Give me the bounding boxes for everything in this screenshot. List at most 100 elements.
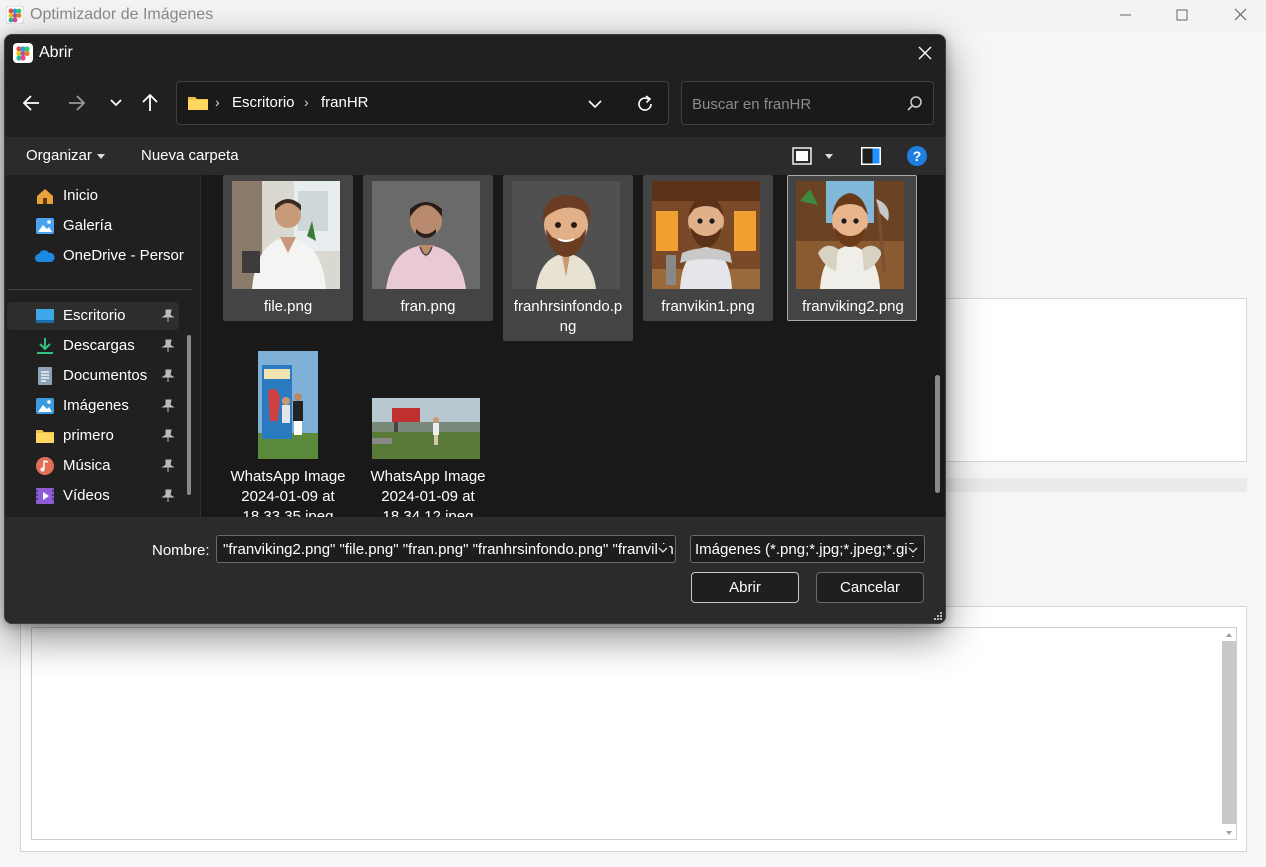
open-button[interactable]: Abrir [691,572,799,603]
filetype-select[interactable]: Imágenes (*.png;*.jpg;*.jpeg;*.gif) [690,535,925,563]
view-mode-icon[interactable] [791,145,813,167]
pin-icon[interactable] [161,429,175,443]
file-tile[interactable]: franvikin1.png [643,175,773,321]
file-thumbnail [372,181,480,289]
open-file-dialog: Abrir › Escritorio › franHR Buscar en fr… [4,34,946,624]
breadcrumb-separator: › [215,94,220,110]
app-output-scroll-thumb[interactable] [1222,641,1236,824]
pin-icon[interactable] [161,369,175,383]
file-thumbnail [512,181,620,289]
search-icon[interactable] [904,94,924,114]
pin-icon[interactable] [161,309,175,323]
search-input[interactable] [690,92,900,116]
nav-item-descargas[interactable]: Descargas [7,332,179,360]
downloads-icon [37,338,53,354]
help-icon[interactable]: ? [906,145,928,167]
dialog-close-icon[interactable] [911,41,939,65]
file-name: franviking2.png [802,298,904,315]
nav-item-primero[interactable]: primero [7,422,179,450]
file-name: franvikin1.png [661,298,755,315]
desktop-icon [36,309,54,323]
file-name: fran.png [400,298,456,315]
app-close-icon[interactable] [1212,0,1266,32]
app-output-textarea[interactable] [31,627,1237,840]
command-bar: Organizar Nueva carpeta ? [5,137,945,175]
file-name-line: WhatsApp Image [370,468,486,485]
file-list-scroll-thumb[interactable] [935,375,940,493]
forward-arrow-icon[interactable] [61,88,91,118]
pin-icon[interactable] [161,339,175,353]
pin-icon[interactable] [161,489,175,503]
svg-text:?: ? [913,148,922,164]
pin-icon[interactable] [161,459,175,473]
view-mode-caret-icon[interactable] [825,154,833,159]
nav-item-label: Música [63,457,111,474]
file-tile[interactable]: fran.png [363,175,493,321]
filename-label: Nombre: [152,542,210,559]
refresh-icon[interactable] [633,92,657,116]
dialog-logo-icon [13,43,33,63]
file-thumbnail [372,398,480,459]
file-name-line: 2024-01-09 at [241,488,335,505]
file-tile[interactable]: WhatsApp Image 2024-01-09 at 18.33.35.jp… [223,345,353,517]
nav-item-inicio[interactable]: Inicio [7,182,179,210]
nav-item-videos[interactable]: Vídeos [7,482,179,510]
preview-pane-icon[interactable] [859,145,883,167]
address-bar[interactable]: › Escritorio › franHR [176,81,669,125]
cancel-button[interactable]: Cancelar [816,572,924,603]
app-title: Optimizador de Imágenes [30,6,214,23]
nav-item-label: primero [63,427,114,444]
pin-icon[interactable] [161,399,175,413]
nav-item-onedrive[interactable]: OneDrive - Persor [7,242,184,270]
recent-locations-chevron-icon[interactable] [101,88,131,118]
search-box[interactable] [681,81,934,125]
file-thumbnail [652,181,760,289]
file-thumbnail [796,181,904,289]
folder-icon [36,430,54,443]
file-tile[interactable]: file.png [223,175,353,321]
nav-item-musica[interactable]: Música [7,452,179,480]
breadcrumb-franhr[interactable]: franHR [321,94,369,111]
nav-item-label: Galería [63,217,113,234]
filename-dropdown-chevron-icon[interactable] [657,544,669,556]
file-tile[interactable]: franviking2.png [787,175,917,321]
nav-item-label: Vídeos [63,487,110,504]
nav-item-galeria[interactable]: Galería [7,212,179,240]
file-name-line: franhrsinfondo.p [513,298,623,315]
file-tile[interactable]: WhatsApp Image 2024-01-09 at 18.34.12.jp… [363,345,493,517]
file-name: WhatsApp Image 2024-01-09 at 18.33.35.jp… [225,467,351,517]
nav-item-escritorio[interactable]: Escritorio [7,302,179,330]
file-thumbnail [232,181,340,289]
nav-pane-scroll-thumb[interactable] [187,335,191,495]
organize-caret-icon[interactable] [97,154,105,159]
address-dropdown-chevron-icon[interactable] [585,94,605,114]
filetype-value[interactable]: Imágenes (*.png;*.jpg;*.jpeg;*.gif) [695,541,917,558]
filename-field[interactable]: "franviking2.png" "file.png" "fran.png" … [216,535,676,563]
file-list-view: file.png fran.png franhrsinfondo.p ng fr… [201,175,945,517]
maximize-icon[interactable] [1154,0,1210,32]
nav-item-documentos[interactable]: Documentos [7,362,179,390]
organize-menu[interactable]: Organizar [26,147,92,164]
nav-item-label: Documentos [63,367,148,384]
file-name-line: 18.34.12.jpeg [382,508,474,517]
resize-grip-icon[interactable] [933,611,943,621]
filename-value[interactable]: "franviking2.png" "file.png" "fran.png" … [223,541,675,558]
dialog-title: Abrir [39,44,73,61]
breadcrumb-escritorio[interactable]: Escritorio [232,94,295,111]
navigation-pane: Inicio Galería OneDrive - Persor Escrito… [5,175,197,517]
dialog-footer: Nombre: "franviking2.png" "file.png" "fr… [5,517,945,623]
music-icon [36,457,54,475]
file-tile[interactable]: franhrsinfondo.p ng [503,175,633,341]
up-arrow-icon[interactable] [135,88,165,118]
minimize-icon[interactable] [1098,0,1154,32]
file-thumbnail [258,351,318,459]
filetype-dropdown-chevron-icon[interactable] [907,544,919,556]
back-arrow-icon[interactable] [17,88,47,118]
dialog-header: Abrir › Escritorio › franHR [5,35,945,137]
file-name: franhrsinfondo.p ng [505,297,631,337]
videos-icon [36,488,54,504]
nav-item-imagenes[interactable]: Imágenes [7,392,179,420]
folder-icon [188,97,208,110]
home-icon [37,189,53,204]
new-folder-button[interactable]: Nueva carpeta [141,147,239,164]
